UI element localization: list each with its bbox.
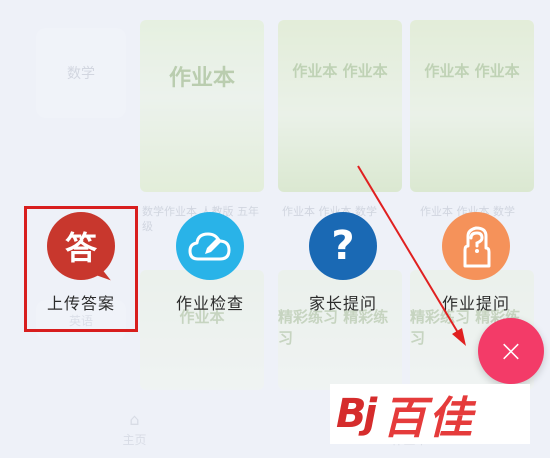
watermark: Bj 百佳 (330, 384, 530, 444)
watermark-text: 百佳 (382, 393, 475, 444)
close-button[interactable]: × (478, 318, 544, 384)
watermark-latin: Bj (336, 391, 377, 437)
watermark-logo: Bj 百佳 (336, 382, 474, 446)
close-icon: × (498, 333, 524, 369)
